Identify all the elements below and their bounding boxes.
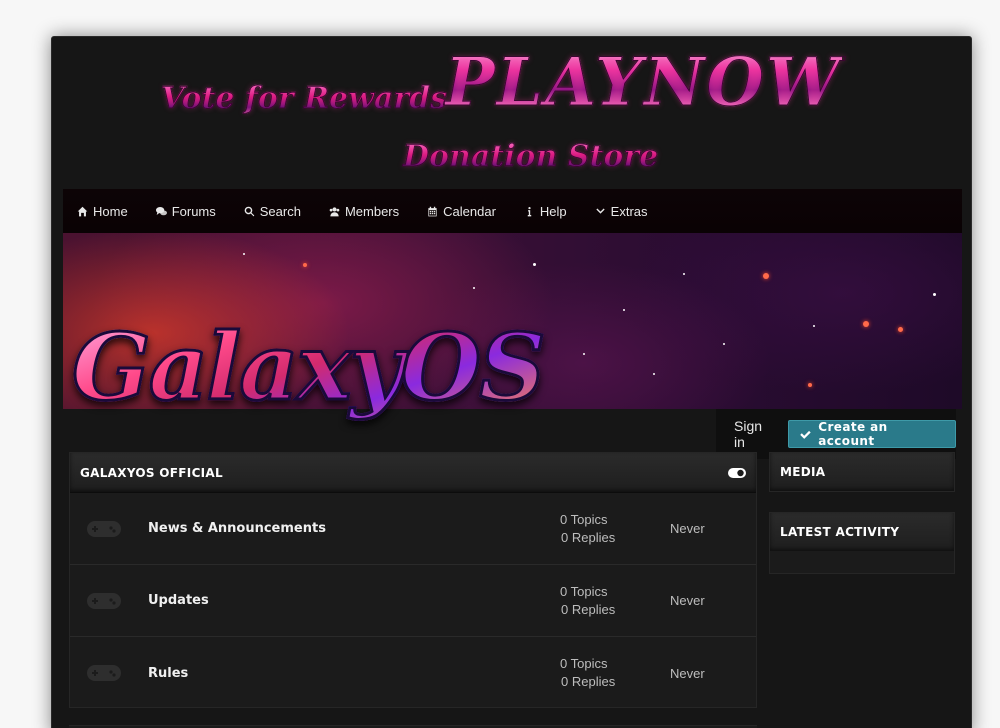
star [583,353,585,355]
forum-stats: 0 Topics 0 Replies [560,655,670,691]
replies-count: 0 Replies [561,601,616,617]
last-post: Never [670,593,705,608]
page-frame: Vote for Rewards PLAYNOW Donation Store … [51,36,972,728]
comments-icon [155,206,167,215]
checkmark-icon [800,430,812,439]
users-icon [329,206,340,216]
nav-calendar-label: Calendar [443,203,496,219]
forum-row: Rules 0 Topics 0 Replies Never [70,637,756,709]
last-post: Never [670,521,705,536]
main-navigation: Home Forums Search Members Calendar Help… [63,189,962,233]
star [863,321,869,327]
gamepad-icon [87,592,121,609]
last-post: Never [670,665,705,681]
info-icon [527,206,532,216]
star [898,327,903,332]
nav-home[interactable]: Home [77,204,128,219]
play-now-link[interactable]: PLAYNOW [444,43,842,122]
replies-count: 0 Replies [561,674,616,689]
calendar-icon [428,206,437,216]
star [808,383,812,387]
forum-row: News & Announcements 0 Topics 0 Replies … [70,493,756,565]
forum-stats: 0 Topics 0 Replies [560,511,670,547]
latest-activity-title: LATEST ACTIVITY [770,513,954,551]
star [243,253,245,255]
nav-search-label: Search [259,203,301,219]
nav-forums-label: Forums [171,203,216,219]
nav-extras-label: Extras [610,203,648,219]
star [533,263,536,266]
forum-stats: 0 Topics 0 Replies [560,583,670,619]
star [933,293,936,296]
forum-title-link[interactable]: Rules [148,666,560,681]
media-widget: MEDIA [769,452,955,492]
star [723,343,725,345]
toggle-icon[interactable] [728,467,746,478]
star [813,325,815,327]
create-account-label: Create an account [818,420,888,448]
donation-store-link[interactable]: Donation Store [402,139,658,175]
search-icon [244,206,255,216]
nav-forums[interactable]: Forums [155,203,216,219]
star [623,309,625,311]
galaxyos-logo-text: GalaxyOS [71,312,548,423]
star [473,287,475,289]
gamepad-icon [87,520,121,537]
topics-count: 0 Topics [560,583,608,599]
category-title[interactable]: GALAXYOS OFFICIAL [80,466,223,480]
header-logo-area: Vote for Rewards PLAYNOW Donation Store [63,37,962,189]
nav-help-label: Help [539,203,567,219]
forum-title-link[interactable]: News & Announcements [148,521,560,536]
star [683,273,685,275]
chevron-down-icon [596,207,605,214]
latest-activity-widget: LATEST ACTIVITY [769,512,955,574]
forum-title-link[interactable]: Updates [148,593,560,608]
topics-count: 0 Topics [560,511,608,527]
forum-row: Updates 0 Topics 0 Replies Never [70,565,756,637]
media-widget-title: MEDIA [770,453,954,491]
nav-search[interactable]: Search [244,204,301,219]
category-header: GALAXYOS OFFICIAL [70,453,756,493]
nav-extras[interactable]: Extras [595,204,648,219]
vote-for-rewards-link[interactable]: Vote for Rewards [160,81,447,117]
nav-home-label: Home [93,203,128,219]
replies-count: 0 Replies [561,529,616,545]
star [763,273,769,279]
star [303,263,307,267]
topics-count: 0 Topics [560,656,608,671]
sign-in-link[interactable]: Sign in [734,418,776,450]
forum-category: GALAXYOS OFFICIAL News & Announcements 0… [69,452,757,708]
star [653,373,655,375]
create-account-button[interactable]: Create an account [788,420,956,448]
gamepad-icon [87,665,121,681]
nav-members-label: Members [344,203,400,219]
nav-members[interactable]: Members [329,204,399,219]
home-icon [77,206,88,216]
nav-help[interactable]: Help [524,204,567,219]
nav-calendar[interactable]: Calendar [427,204,496,219]
